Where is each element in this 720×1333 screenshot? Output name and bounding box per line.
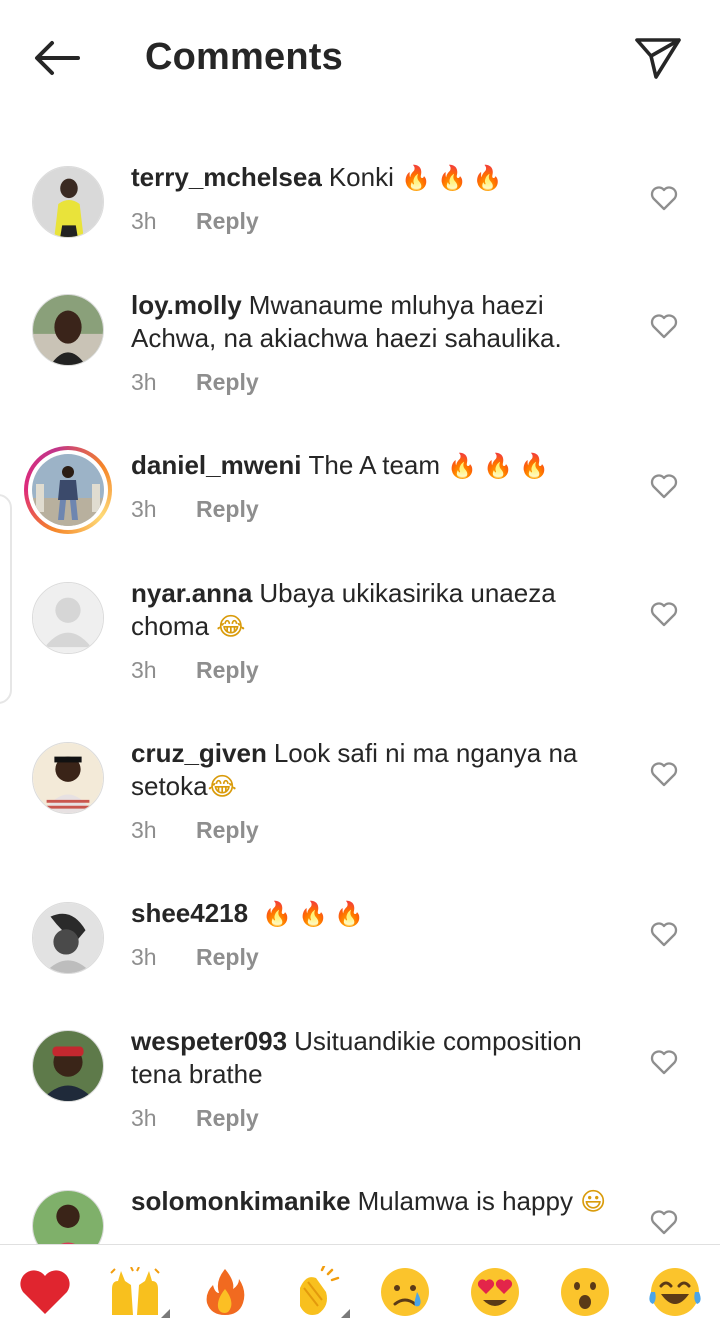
- comment-username[interactable]: solomonkimanike: [131, 1186, 351, 1216]
- comment-username[interactable]: wespeter093: [131, 1026, 287, 1056]
- avatar-image: [32, 1030, 104, 1102]
- comment-meta: 3h Reply: [131, 208, 259, 235]
- avatar[interactable]: [32, 1030, 104, 1102]
- comment-meta: 3h Reply: [131, 1105, 259, 1132]
- comment-time: 3h: [131, 944, 157, 970]
- fire-emoji: 🔥🔥🔥: [447, 452, 555, 480]
- emoji-button-fire[interactable]: [195, 1265, 255, 1319]
- comment-text: Mulamwa is happy: [357, 1186, 573, 1216]
- crying-face-icon: [379, 1266, 431, 1318]
- grinning-face-emoji: 😃: [580, 1187, 607, 1216]
- avatar-image: [32, 454, 104, 526]
- clapping-hands-icon: [288, 1266, 342, 1318]
- emoji-button-clapping-hands[interactable]: [285, 1265, 350, 1319]
- page-title: Comments: [145, 36, 343, 78]
- comment-time: 3h: [131, 208, 157, 234]
- like-heart-icon[interactable]: [650, 1049, 678, 1077]
- emoji-button-tears-of-joy[interactable]: [645, 1265, 705, 1319]
- raising-hands-icon: [107, 1267, 163, 1317]
- variant-indicator-icon: [161, 1309, 170, 1318]
- tears-of-joy-icon: [647, 1266, 703, 1318]
- comment-body: solomonkimanike Mulamwa is happy 😃: [131, 1185, 631, 1218]
- like-heart-icon[interactable]: [650, 601, 678, 629]
- comment-time: 3h: [131, 657, 157, 683]
- emoji-button-heart-eyes[interactable]: [465, 1265, 525, 1319]
- like-heart-icon[interactable]: [650, 185, 678, 213]
- comment-meta: 3h Reply: [131, 369, 259, 396]
- comment-time: 3h: [131, 817, 157, 843]
- comment-text: The A team: [308, 450, 441, 480]
- emoji-button-surprised-face[interactable]: [555, 1265, 615, 1319]
- fire-emoji: 🔥🔥🔥: [401, 164, 509, 192]
- paper-plane-icon: [634, 36, 682, 85]
- fire-emoji: 🔥🔥🔥: [262, 900, 370, 928]
- header-bar: Comments: [0, 0, 720, 116]
- comment-username[interactable]: loy.molly: [131, 290, 242, 320]
- avatar-image: [32, 742, 104, 814]
- reply-button[interactable]: Reply: [196, 657, 259, 683]
- like-heart-icon[interactable]: [650, 313, 678, 341]
- reply-button[interactable]: Reply: [196, 1105, 259, 1131]
- reply-button[interactable]: Reply: [196, 817, 259, 843]
- comment-body: shee4218 🔥🔥🔥: [131, 897, 631, 931]
- story-ring[interactable]: [24, 446, 112, 534]
- comment-body: cruz_given Look safi ni ma nganya na seto…: [131, 737, 631, 803]
- avatar-image: [32, 166, 104, 238]
- reply-button[interactable]: Reply: [196, 208, 259, 234]
- fire-icon: [203, 1267, 247, 1317]
- emoji-button-red-heart[interactable]: [15, 1265, 75, 1319]
- emoji-button-raising-hands[interactable]: [105, 1265, 170, 1319]
- avatar-image: [32, 582, 104, 654]
- red-heart-icon: [18, 1268, 72, 1316]
- like-heart-icon[interactable]: [650, 1209, 678, 1237]
- tears-of-joy-emoji: 😂: [207, 772, 237, 801]
- back-button[interactable]: [26, 30, 86, 90]
- like-heart-icon[interactable]: [650, 761, 678, 789]
- comment-time: 3h: [131, 496, 157, 522]
- avatar: [28, 450, 108, 530]
- reply-button[interactable]: Reply: [196, 496, 259, 522]
- variant-indicator-icon: [341, 1309, 350, 1318]
- comment-username[interactable]: shee4218: [131, 898, 248, 928]
- avatar[interactable]: [32, 1190, 104, 1244]
- comment-meta: 3h Reply: [131, 657, 259, 684]
- comment-meta: 3h Reply: [131, 944, 259, 971]
- avatar[interactable]: [32, 902, 104, 974]
- comment-body: nyar.anna Ubaya ukikasirika unaeza choma …: [131, 577, 631, 643]
- heart-eyes-icon: [469, 1266, 521, 1318]
- emoji-quick-bar: [0, 1244, 720, 1333]
- emoji-button-crying-face[interactable]: [375, 1265, 435, 1319]
- like-heart-icon[interactable]: [650, 921, 678, 949]
- comment-username[interactable]: terry_mchelsea: [131, 162, 322, 192]
- comment-username[interactable]: cruz_given: [131, 738, 267, 768]
- avatar[interactable]: [32, 582, 104, 654]
- avatar[interactable]: [32, 166, 104, 238]
- comment-meta: 3h Reply: [131, 817, 259, 844]
- share-button[interactable]: [628, 30, 688, 90]
- comment-body: wespeter093 Usituandikie composition tena…: [131, 1025, 631, 1091]
- comment-body: daniel_mweni The A team 🔥🔥🔥: [131, 449, 631, 483]
- comments-list[interactable]: terry_mchelsea Konki 🔥🔥🔥 3h Reply loy.moll…: [0, 116, 720, 1244]
- reply-button[interactable]: Reply: [196, 944, 259, 970]
- comment-time: 3h: [131, 369, 157, 395]
- comment-body: terry_mchelsea Konki 🔥🔥🔥: [131, 161, 631, 195]
- comment-meta: 3h Reply: [131, 496, 259, 523]
- surprised-face-icon: [559, 1266, 611, 1318]
- like-heart-icon[interactable]: [650, 473, 678, 501]
- arrow-left-icon: [32, 40, 80, 81]
- avatar[interactable]: [32, 294, 104, 366]
- comment-time: 3h: [131, 1105, 157, 1131]
- avatar-image: [32, 902, 104, 974]
- comment-username[interactable]: daniel_mweni: [131, 450, 302, 480]
- comment-text: Konki: [328, 162, 394, 192]
- comment-body: loy.molly Mwanaume mluhya haezi Achwa, na…: [131, 289, 631, 355]
- avatar-image: [32, 1190, 104, 1244]
- tears-of-joy-emoji: 😂: [216, 612, 246, 641]
- avatar-image: [32, 294, 104, 366]
- avatar[interactable]: [32, 742, 104, 814]
- reply-button[interactable]: Reply: [196, 369, 259, 395]
- comment-username[interactable]: nyar.anna: [131, 578, 252, 608]
